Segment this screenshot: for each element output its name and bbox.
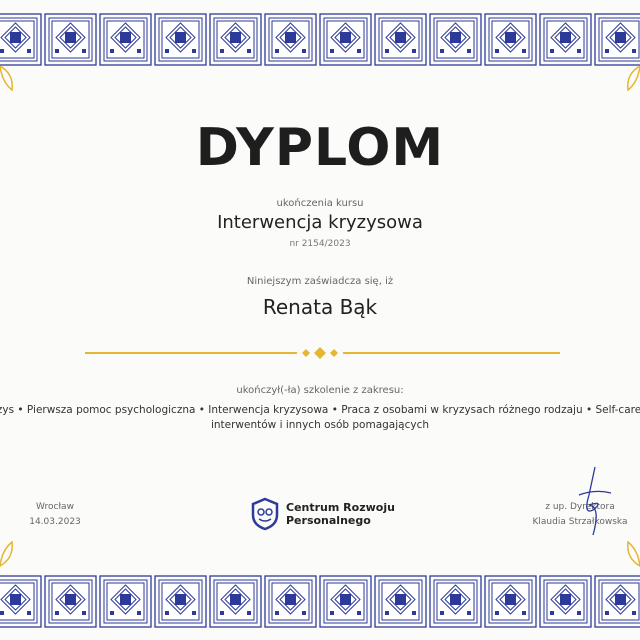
border-tile — [319, 13, 372, 66]
topics-list: Kryzys • Pierwsza pomoc psychologiczna •… — [0, 403, 640, 433]
border-tile — [484, 575, 537, 628]
border-tile — [594, 575, 640, 628]
decorative-border-bottom — [0, 575, 640, 628]
border-tile — [374, 575, 427, 628]
border-tile — [264, 13, 317, 66]
topics-line: Kryzys • Pierwsza pomoc psychologiczna •… — [0, 404, 640, 416]
border-tile — [99, 575, 152, 628]
border-tile — [154, 575, 207, 628]
certify-text: Niniejszym zaświadcza się, iż — [246, 276, 394, 287]
place-date: Wrocław 14.03.2023 — [15, 500, 95, 530]
topics-line: interwentów i innych osób pomagających — [210, 419, 430, 431]
diamond-ornament-icon — [302, 347, 338, 359]
border-tile — [0, 13, 42, 66]
gold-leaf-icon — [627, 65, 640, 92]
border-tile — [154, 13, 207, 66]
diploma-title: DYPLOM — [195, 118, 445, 178]
border-tile — [99, 13, 152, 66]
border-tile — [209, 13, 262, 66]
border-tile — [44, 13, 97, 66]
border-tile — [264, 575, 317, 628]
divider-line — [85, 352, 297, 354]
border-tile — [484, 13, 537, 66]
signature-icon — [578, 466, 612, 536]
owl-shield-icon — [251, 497, 279, 531]
place: Wrocław — [36, 502, 74, 512]
border-tile — [594, 13, 640, 66]
diploma-subtitle: ukończenia kursu — [276, 198, 364, 209]
date: 14.03.2023 — [29, 517, 81, 527]
gold-leaf-icon — [627, 540, 640, 567]
border-tile — [0, 575, 42, 628]
border-tile — [429, 575, 482, 628]
course-name: Interwencja kryzysowa — [217, 212, 423, 233]
divider-line — [343, 352, 560, 354]
gold-leaf-icon — [0, 540, 13, 567]
border-tile — [374, 13, 427, 66]
gold-leaf-icon — [0, 65, 13, 92]
range-label: ukończył(-ła) szkolenie z zakresu: — [236, 385, 404, 396]
border-tile — [319, 575, 372, 628]
org-name-line: Personalnego — [286, 514, 371, 527]
org-name-line: Centrum Rozwoju — [286, 501, 395, 514]
recipient-name: Renata Bąk — [262, 295, 378, 319]
border-tile — [44, 575, 97, 628]
border-tile — [539, 575, 592, 628]
decorative-border-top — [0, 13, 640, 66]
border-tile — [539, 13, 592, 66]
organization-logo: Centrum Rozwoju Personalnego — [250, 497, 395, 531]
diploma-number: nr 2154/2023 — [289, 239, 351, 249]
border-tile — [209, 575, 262, 628]
border-tile — [429, 13, 482, 66]
